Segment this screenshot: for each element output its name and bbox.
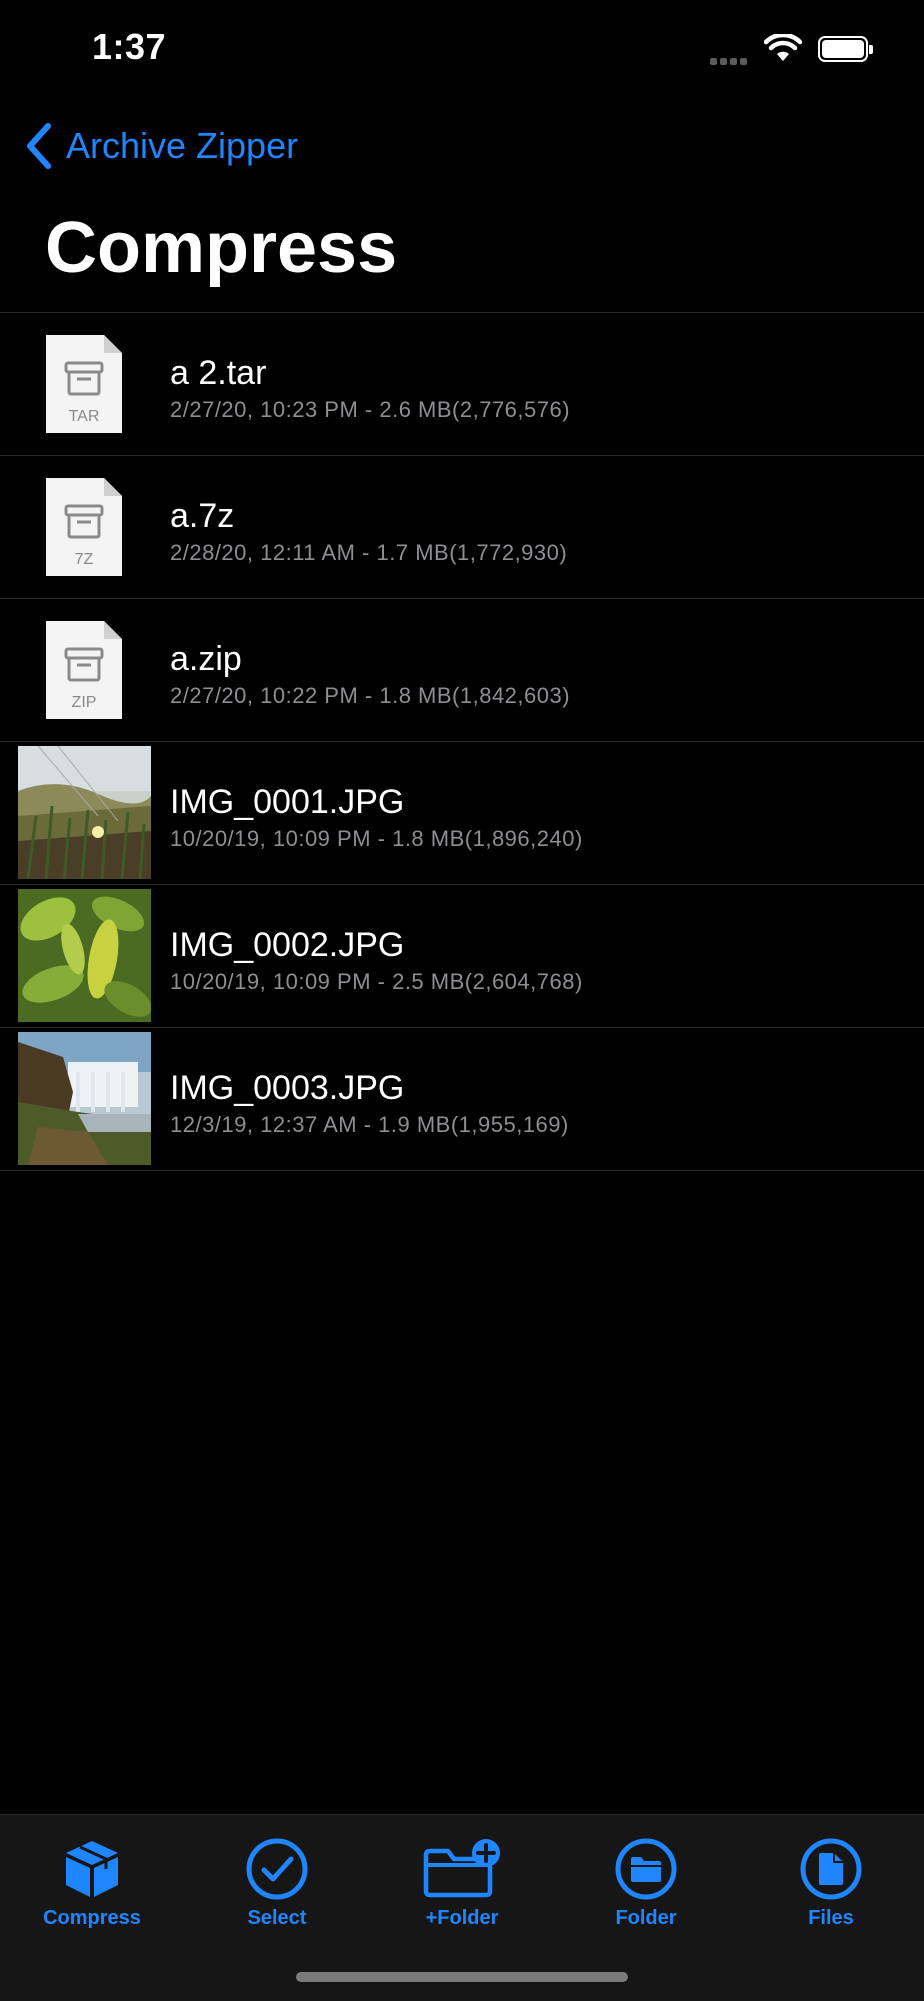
file-details: 12/3/19, 12:37 AM - 1.9 MB(1,955,169) (170, 1112, 569, 1137)
file-details: 2/27/20, 10:22 PM - 1.8 MB(1,842,603) (170, 683, 571, 708)
file-row[interactable]: IMG_0001.JPG 10/20/19, 10:09 PM - 1.8 MB… (0, 742, 924, 885)
home-indicator (296, 1972, 628, 1982)
file-details: 2/27/20, 10:23 PM - 2.6 MB(2,776,576) (170, 397, 571, 422)
file-details: 10/20/19, 10:09 PM - 2.5 MB(2,604,768) (170, 969, 583, 994)
folder-circle-icon (615, 1838, 677, 1900)
checkmark-circle-icon (246, 1838, 308, 1900)
file-details: 2/28/20, 12:11 AM - 1.7 MB(1,772,930) (170, 540, 568, 565)
file-row[interactable]: TAR a 2.tar 2/27/20, 10:23 PM - 2.6 MB(2… (0, 313, 924, 456)
tab-new-folder[interactable]: +Folder (382, 1837, 542, 1930)
tab-select[interactable]: Select (197, 1837, 357, 1930)
file-list: TAR a 2.tar 2/27/20, 10:23 PM - 2.6 MB(2… (0, 312, 924, 1171)
archive-file-icon: 7Z (46, 478, 122, 576)
file-name: IMG_0001.JPG (170, 783, 405, 821)
status-bar: 1:37 (0, 0, 924, 100)
image-thumbnail (18, 746, 151, 879)
tab-label: Select (247, 1907, 307, 1929)
tab-label: Files (808, 1907, 854, 1929)
back-button-label: Archive Zipper (66, 125, 299, 166)
chevron-left-icon (27, 123, 51, 169)
battery-icon (818, 36, 873, 62)
file-row[interactable]: 7Z a.7z 2/28/20, 12:11 AM - 1.7 MB(1,772… (0, 456, 924, 599)
file-row[interactable]: IMG_0002.JPG 10/20/19, 10:09 PM - 2.5 MB… (0, 885, 924, 1028)
tab-label: +Folder (425, 1907, 499, 1929)
folder-plus-icon (423, 1839, 500, 1898)
file-row[interactable]: IMG_0003.JPG 12/3/19, 12:37 AM - 1.9 MB(… (0, 1028, 924, 1171)
tab-compress[interactable]: Compress (12, 1837, 172, 1930)
archive-file-icon: ZIP (46, 621, 122, 719)
file-name: a.7z (170, 497, 235, 535)
file-row[interactable]: ZIP a.zip 2/27/20, 10:22 PM - 1.8 MB(1,8… (0, 599, 924, 742)
cellular-signal-icon (710, 52, 750, 70)
cube-icon (66, 1841, 118, 1897)
file-name: IMG_0003.JPG (170, 1069, 405, 1107)
file-details: 10/20/19, 10:09 PM - 1.8 MB(1,896,240) (170, 826, 583, 851)
back-button[interactable]: Archive Zipper (26, 118, 298, 174)
archive-file-icon: TAR (46, 335, 122, 433)
tab-label: Folder (615, 1907, 677, 1929)
image-thumbnail (18, 889, 151, 1022)
image-thumbnail (18, 1032, 151, 1165)
wifi-icon (764, 34, 802, 61)
file-name: a 2.tar (170, 354, 267, 392)
tab-label: Compress (43, 1907, 141, 1929)
file-type-label: 7Z (75, 551, 94, 568)
file-name: IMG_0002.JPG (170, 926, 405, 964)
page-title: Compress (45, 208, 398, 288)
file-type-label: ZIP (72, 694, 97, 711)
file-type-label: TAR (69, 408, 100, 425)
status-time: 1:37 (92, 26, 167, 67)
document-circle-icon (800, 1838, 862, 1900)
file-name: a.zip (170, 640, 242, 678)
tab-folder[interactable]: Folder (566, 1837, 726, 1930)
tab-files[interactable]: Files (751, 1837, 911, 1930)
